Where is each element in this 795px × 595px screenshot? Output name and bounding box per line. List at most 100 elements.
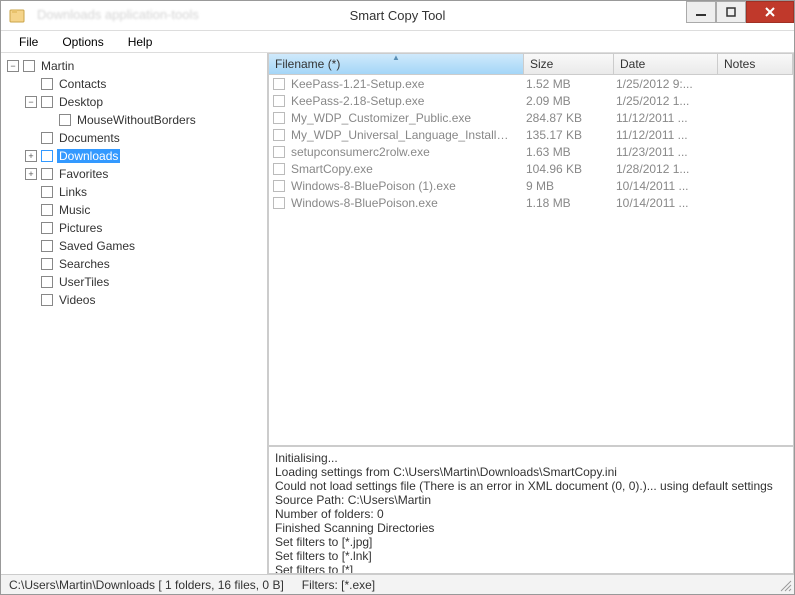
tree-checkbox[interactable] [41,294,53,306]
file-checkbox[interactable] [273,129,285,141]
window-title: Smart Copy Tool [350,8,446,23]
tree-spacer [25,276,37,288]
tree-spacer [25,132,37,144]
file-size: 104.96 KB [520,162,610,176]
expand-icon[interactable]: + [25,150,37,162]
column-notes[interactable]: Notes [718,54,793,74]
tree-label: Downloads [57,149,120,163]
file-row[interactable]: KeePass-2.18-Setup.exe2.09 MB1/25/2012 1… [269,92,793,109]
tree-checkbox[interactable] [23,60,35,72]
file-list[interactable]: KeePass-1.21-Setup.exe1.52 MB1/25/2012 9… [268,75,794,446]
collapse-icon[interactable]: − [25,96,37,108]
file-row[interactable]: My_WDP_Universal_Language_Installer_Publ… [269,126,793,143]
column-size[interactable]: Size [524,54,614,74]
file-size: 9 MB [520,179,610,193]
tree-checkbox[interactable] [41,276,53,288]
tree-item[interactable]: UserTiles [3,273,265,291]
tree-checkbox[interactable] [59,114,71,126]
file-size: 2.09 MB [520,94,610,108]
tree-checkbox[interactable] [41,222,53,234]
tree-label: Martin [39,59,76,73]
file-date: 1/28/2012 1... [610,162,714,176]
tree-item[interactable]: Documents [3,129,265,147]
tree-spacer [25,258,37,270]
tree-item[interactable]: + Downloads [3,147,265,165]
file-size: 1.63 MB [520,145,610,159]
folder-tree[interactable]: − Martin Contacts − Desktop MouseWithoutBor… [1,53,268,574]
tree-label: Documents [57,131,122,145]
tree-checkbox[interactable] [41,240,53,252]
status-filters: Filters: [*.exe] [300,578,377,592]
menu-help[interactable]: Help [118,33,163,51]
file-date: 11/12/2011 ... [610,111,714,125]
tree-item[interactable]: Contacts [3,75,265,93]
column-date[interactable]: Date [614,54,718,74]
file-checkbox[interactable] [273,146,285,158]
tree-spacer [25,204,37,216]
file-name: My_WDP_Universal_Language_Installer_Publ… [285,128,520,142]
app-icon [9,8,25,24]
file-row[interactable]: KeePass-1.21-Setup.exe1.52 MB1/25/2012 9… [269,75,793,92]
file-row[interactable]: SmartCopy.exe104.96 KB1/28/2012 1... [269,160,793,177]
file-date: 11/23/2011 ... [610,145,714,159]
file-date: 11/12/2011 ... [610,128,714,142]
tree-checkbox[interactable] [41,132,53,144]
tree-checkbox[interactable] [41,258,53,270]
main-area: − Martin Contacts − Desktop MouseWithoutBor… [1,53,794,574]
menu-options[interactable]: Options [52,33,113,51]
tree-spacer [25,240,37,252]
tree-checkbox[interactable] [41,204,53,216]
file-checkbox[interactable] [273,163,285,175]
file-size: 1.18 MB [520,196,610,210]
tree-checkbox[interactable] [41,168,53,180]
log-panel[interactable]: Initialising...Loading settings from C:\… [268,446,794,574]
file-checkbox[interactable] [273,197,285,209]
file-row[interactable]: Windows-8-BluePoison.exe1.18 MB10/14/201… [269,194,793,211]
tree-label: Links [57,185,89,199]
tree-item[interactable]: +Favorites [3,165,265,183]
tree-spacer [25,222,37,234]
tree-item[interactable]: Searches [3,255,265,273]
menu-file[interactable]: File [9,33,48,51]
tree-item[interactable]: − Desktop [3,93,265,111]
tree-root[interactable]: − Martin [3,57,265,75]
file-date: 1/25/2012 9:... [610,77,714,91]
file-row[interactable]: setupconsumerc2rolw.exe1.63 MB11/23/2011… [269,143,793,160]
tree-checkbox[interactable] [41,78,53,90]
tree-spacer [25,78,37,90]
expand-icon[interactable]: + [25,168,37,180]
log-line: Number of folders: 0 [275,507,787,521]
tree-item[interactable]: Pictures [3,219,265,237]
tree-item[interactable]: Music [3,201,265,219]
status-bar: C:\Users\Martin\Downloads [ 1 folders, 1… [1,574,794,594]
tree-item[interactable]: Videos [3,291,265,309]
expander-icon[interactable]: − [7,60,19,72]
file-name: Windows-8-BluePoison (1).exe [285,179,520,193]
tree-checkbox[interactable] [41,96,53,108]
file-checkbox[interactable] [273,78,285,90]
resize-grip[interactable] [778,578,792,592]
tree-label: Pictures [57,221,104,235]
close-button[interactable] [746,1,794,23]
minimize-button[interactable] [686,1,716,23]
tree-checkbox[interactable] [41,150,53,162]
file-checkbox[interactable] [273,112,285,124]
log-line: Set filters to [*.jpg] [275,535,787,549]
file-name: My_WDP_Customizer_Public.exe [285,111,520,125]
maximize-button[interactable] [716,1,746,23]
file-row[interactable]: Windows-8-BluePoison (1).exe9 MB10/14/20… [269,177,793,194]
window-controls [686,1,794,23]
right-panel: ▲ Filename (*) Size Date Notes KeePass-1… [268,53,794,574]
file-checkbox[interactable] [273,180,285,192]
file-checkbox[interactable] [273,95,285,107]
tree-item[interactable]: MouseWithoutBorders [3,111,265,129]
tree-item[interactable]: Saved Games [3,237,265,255]
log-line: Loading settings from C:\Users\Martin\Do… [275,465,787,479]
tree-label: Desktop [57,95,105,109]
file-row[interactable]: My_WDP_Customizer_Public.exe284.87 KB11/… [269,109,793,126]
tree-item[interactable]: Links [3,183,265,201]
column-filename[interactable]: ▲ Filename (*) [269,54,524,74]
tree-label: Contacts [57,77,108,91]
tree-label: UserTiles [57,275,111,289]
tree-checkbox[interactable] [41,186,53,198]
